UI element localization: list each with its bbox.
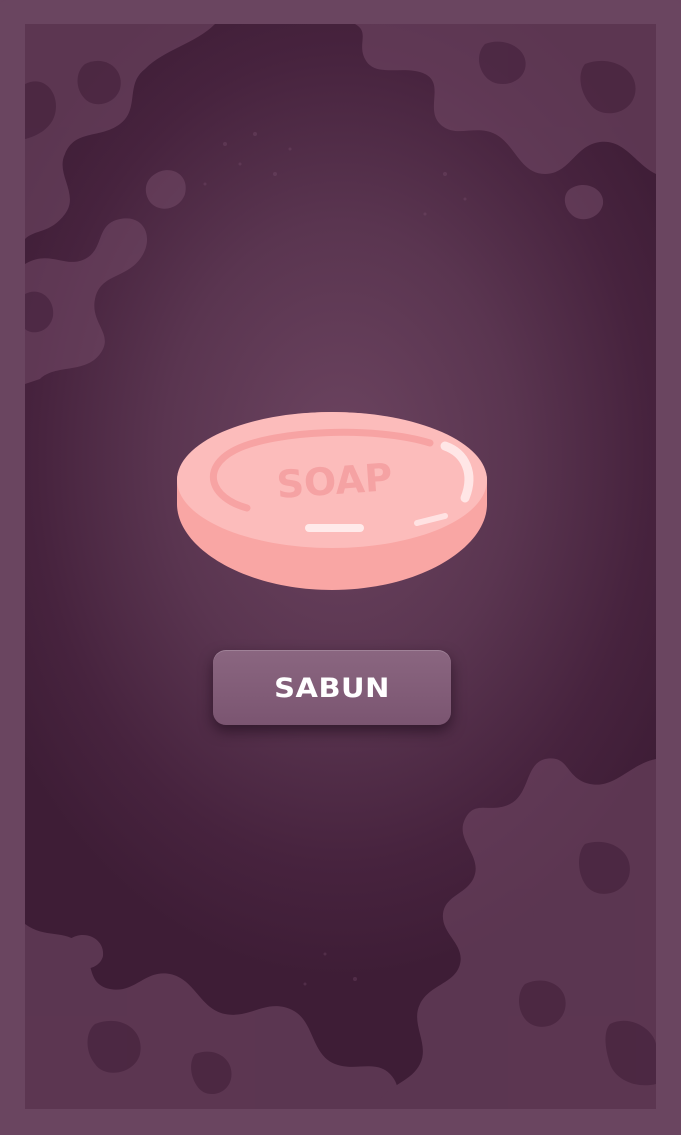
- item-name-button[interactable]: SABUN: [213, 650, 451, 725]
- soap-embossed-text: SOAP: [275, 455, 394, 507]
- game-panel: SOAP SABUN: [25, 24, 656, 1109]
- item-name-label: SABUN: [274, 671, 390, 704]
- soap-icon[interactable]: SOAP: [175, 408, 489, 592]
- game-frame: SOAP SABUN: [0, 0, 681, 1135]
